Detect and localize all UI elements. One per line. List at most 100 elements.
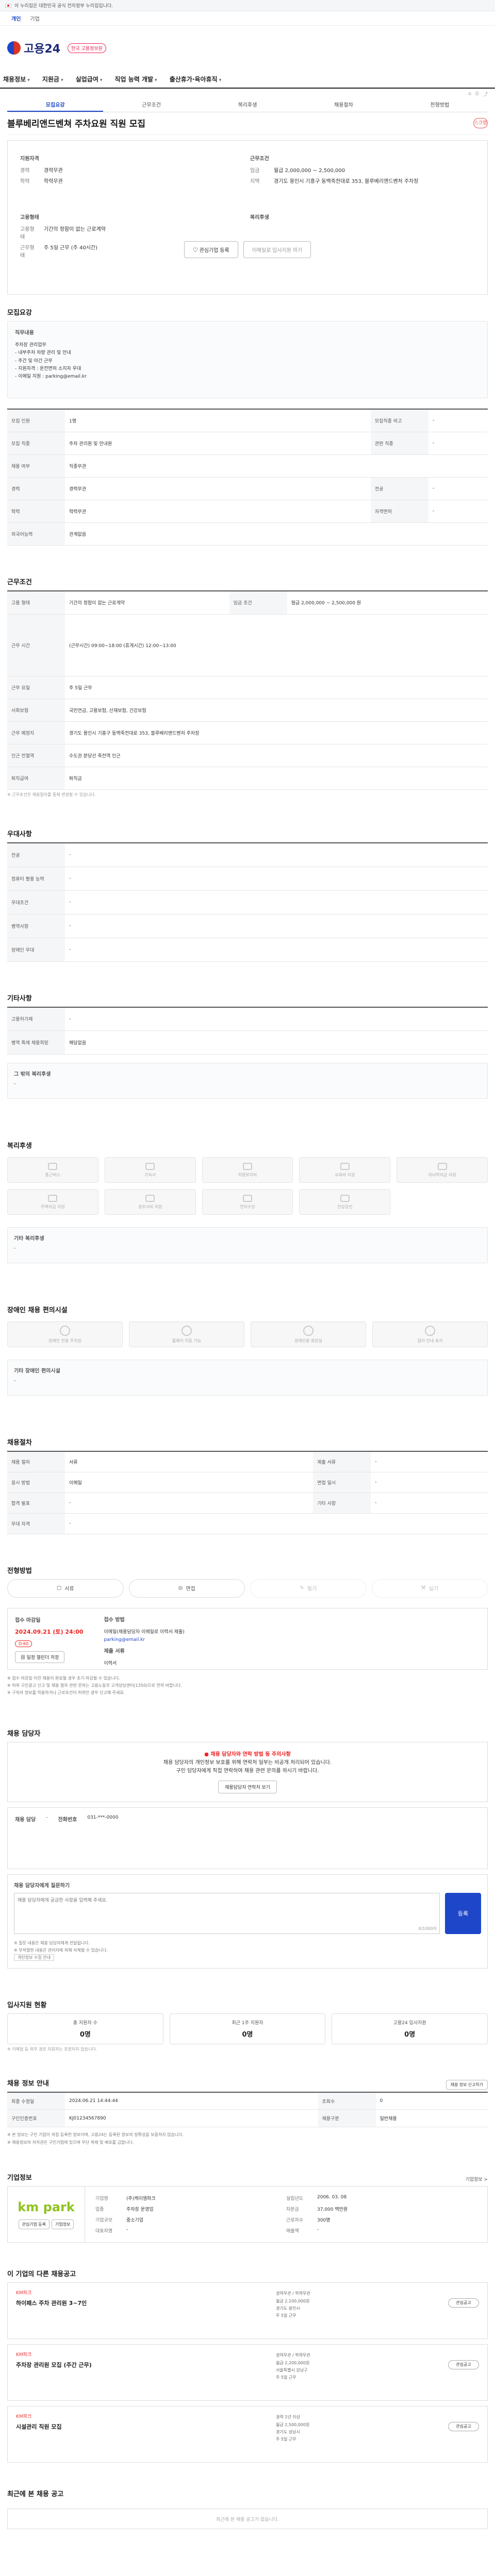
table-value: 서류: [65, 1451, 314, 1472]
tab-method[interactable]: 전형방법: [392, 99, 488, 112]
job-card[interactable]: KM파크 시설관리 직원 모집 경력 1년 이상 월급 2,500,000원 경…: [7, 2406, 488, 2463]
stat-value: 0명: [79, 2030, 91, 2039]
question-textarea[interactable]: [14, 1892, 440, 1934]
scrap-button[interactable]: 스크랩: [473, 117, 488, 128]
company-interest-button[interactable]: 관심기업 등록: [18, 2219, 50, 2229]
table-key: 자격면허: [370, 500, 428, 523]
show-contact-button[interactable]: 채용담당자 연락처 보기: [218, 1780, 277, 1793]
facility-label: 장애인용 화장실: [294, 1338, 323, 1343]
home-icon[interactable]: ⌂: [468, 91, 471, 96]
table-value: (근무시간) 09:00~18:00 (휴게시간) 12:00~13:00: [65, 614, 488, 676]
report-button[interactable]: 채용 정보 신고하기: [446, 2079, 488, 2090]
company-value: -: [317, 2227, 319, 2233]
add-interest-button[interactable]: ♡ 관심기업 등록: [184, 241, 238, 258]
company-key: 기업규모: [95, 2218, 113, 2224]
duty-line: - 지원자격 : 운전면허 소지자 우대: [15, 366, 81, 371]
table-value: 학력무관: [65, 500, 371, 523]
job-title[interactable]: 주차장 관리원 모집 (주간 근무): [16, 2361, 479, 2369]
question-note: ※ 부적절한 내용은 관리자에 의해 삭제될 수 있습니다.: [14, 1948, 108, 1953]
table-row: 고용 형태 기간의 정함이 없는 근로계약 임금 조건 월급 2,000,000 ~ …: [7, 590, 488, 615]
table-row: 전공 -: [7, 843, 488, 867]
table-key: 인근 전철역: [7, 744, 65, 767]
job-meta: 경력무관 / 학력무관 월급 2,100,000원 경기도 용인시 주 5일 근…: [276, 2290, 310, 2320]
email-apply-button[interactable]: 이메일로 입사지원 하기: [243, 241, 311, 258]
nav-item-leave[interactable]: 출산휴가·육아휴직: [170, 75, 222, 83]
company-logo-area: km park 관심기업 등록 기업정보: [8, 2187, 85, 2243]
duty-box: 직무내용 주차장 관리업무 - 내부주차 차량 관리 및 안내 - 주간 및 야…: [7, 321, 488, 398]
nav-item-subsidy[interactable]: 지원금: [42, 75, 63, 83]
welfare-label: 주택자금 지원: [41, 1204, 65, 1209]
share-icon[interactable]: ⤴: [483, 91, 488, 97]
table-key: 임금 조건: [229, 590, 287, 615]
welfare-grid: 통근버스 기숙사 차량유지비 교육비 지원 자녀학자금 지원 주택자금 지원 경…: [7, 1157, 488, 1215]
table-key: 경력: [7, 477, 65, 500]
tab-recruit[interactable]: 모집요강: [7, 99, 104, 112]
job-meta-item: 주 5일 근무: [276, 2313, 296, 2318]
company-key: 기업명: [95, 2196, 108, 2202]
question-submit-button[interactable]: 등록: [445, 1892, 481, 1934]
job-meta-item: 경기도 성남시: [276, 2429, 300, 2434]
privacy-info-link[interactable]: 개인정보 수집 안내: [14, 1954, 54, 1961]
disabled-grid: 장애인 전용 주차장 휠체어 이동 가능 장애인용 화장실 점자 안내 표지: [7, 1321, 488, 1347]
table-value: 퇴직금: [65, 767, 488, 790]
welfare-tile: 경조사비 지원: [104, 1189, 196, 1215]
nav-item-unemployment[interactable]: 실업급여: [76, 75, 103, 83]
table-row: 구인인증번호 KJ01234567890 채용구분 일반채용: [7, 2109, 488, 2128]
table-row: 경력 경력무관 전공 -: [7, 477, 488, 500]
table-key: 구인인증번호: [7, 2109, 65, 2128]
facility-label: 휠체어 이동 가능: [172, 1338, 202, 1343]
section-title: 이 기업의 다른 채용공고: [7, 2270, 76, 2279]
etc-other-value: -: [14, 1081, 16, 1087]
nav-item-jobs[interactable]: 채용정보: [3, 75, 30, 83]
work-note: ※ 근무조건은 채용절차를 통해 변경될 수 있습니다.: [7, 792, 96, 797]
korea-flag-icon: [5, 3, 11, 8]
method-label: 실기: [428, 1586, 438, 1592]
stat-label: 총 지원자 수: [73, 2020, 97, 2026]
detail-tabs: 모집요강 근무조건 복리후생 채용절차 전형방법: [7, 99, 488, 112]
company-info-button[interactable]: 기업정보: [51, 2219, 74, 2229]
facility-label: 점자 안내 표지: [417, 1338, 443, 1343]
job-card[interactable]: KM파크 하이패스 주차 관리원 3~7인 경력무관 / 학력무관 월급 2,1…: [7, 2282, 488, 2340]
table-value: 2024.06.21 14:44:44: [65, 2092, 318, 2110]
section-title: 우대사항: [7, 831, 32, 838]
site-logo[interactable]: 고용24 한국 고용정보원: [7, 40, 106, 56]
question-field-wrap: 0/1000자: [14, 1892, 440, 1936]
question-counter: 0/1000자: [418, 1926, 437, 1931]
info-header: 채용 정보 안내 채용 정보 신고하기: [7, 2078, 488, 2092]
summary-welfare-title: 복리후생: [250, 215, 269, 221]
job-meta-item: 경력 1년 이상: [276, 2415, 300, 2420]
apply-email-link[interactable]: parking@email.kr: [104, 1636, 184, 1644]
car-icon: [242, 1162, 252, 1170]
section-title: 채용 담당자: [7, 1730, 41, 1738]
print-icon[interactable]: ⎙: [475, 91, 479, 96]
table-value: 일반채용: [375, 2109, 488, 2128]
table-value: 관계없음: [65, 522, 488, 546]
job-interest-button[interactable]: 관심공고: [448, 2422, 479, 2432]
job-interest-button[interactable]: 관심공고: [448, 2298, 479, 2308]
table-value: 월급 2,000,000 ~ 2,500,000 원: [287, 590, 488, 615]
save-calendar-button[interactable]: ▦ 일정 캘린더 저장: [15, 1651, 65, 1663]
dormitory-icon: [145, 1162, 155, 1170]
welfare-tile: 통근버스: [7, 1157, 98, 1183]
method-label: 필기: [307, 1586, 317, 1592]
job-card[interactable]: KM파크 주차장 관리원 모집 (주간 근무) 경력무관 / 학력무관 월급 2…: [7, 2344, 488, 2401]
job-title[interactable]: 시설관리 직원 모집: [16, 2422, 479, 2431]
tab-company[interactable]: 기업: [30, 14, 39, 22]
gov-notice-text: 이 누리집은 대한민국 공식 전자정부 누리집입니다.: [14, 4, 113, 9]
tab-personal[interactable]: 개인: [11, 14, 21, 22]
section-title: 입사지원 현황: [7, 2001, 47, 2009]
job-interest-button[interactable]: 관심공고: [448, 2360, 479, 2370]
breadcrumb: ⌂ ⎙ ⤴: [0, 89, 495, 99]
method-row: ▢ 서류 ◎ 면접 ✎ 필기 ⚒ 실기: [7, 1579, 488, 1598]
contact-alert-title: ● 채용 담당자와 연락 방법 등 주의사항: [16, 1751, 479, 1759]
company-more-link[interactable]: 기업정보 >: [465, 2176, 488, 2182]
table-value: 이메일: [65, 1472, 314, 1493]
tab-welfare[interactable]: 복리후생: [200, 99, 295, 112]
method-note: ※ 구직자 정보를 악용하거나 근로조건이 허위인 경우 신고해 주세요.: [7, 1690, 125, 1696]
tab-work-conditions[interactable]: 근무조건: [103, 99, 199, 112]
job-title[interactable]: 하이패스 주차 관리원 3~7인: [16, 2299, 479, 2307]
table-value: -: [428, 500, 488, 523]
nav-item-training[interactable]: 직업 능력 개발: [114, 75, 157, 83]
education-icon: [340, 1162, 350, 1170]
tab-process[interactable]: 채용절차: [295, 99, 391, 112]
